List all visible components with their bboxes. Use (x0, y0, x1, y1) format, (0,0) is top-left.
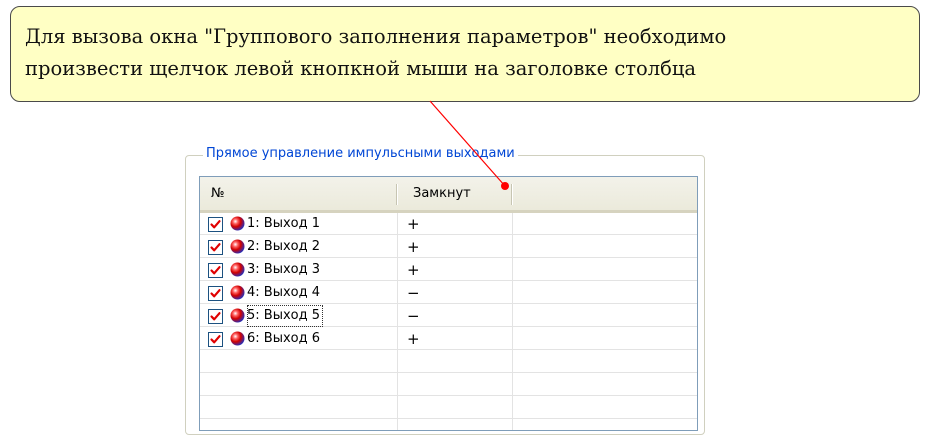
row-label: 4: Выход 4 (247, 285, 321, 300)
row-checkbox[interactable] (208, 217, 223, 232)
row-label: 6: Выход 6 (247, 331, 321, 346)
callout-text-line-1: Для вызова окна "Группового заполнения п… (25, 25, 727, 48)
status-ball-icon (230, 216, 245, 231)
row-label: 5: Выход 5 (247, 305, 324, 327)
empty-row (200, 397, 697, 419)
row-label: 2: Выход 2 (247, 239, 321, 254)
groupbox-title: Прямое управление импульсными выходами (203, 145, 518, 163)
status-ball-icon (230, 239, 245, 254)
column-header-closed[interactable]: Замкнут (397, 177, 513, 210)
row-checkbox[interactable] (208, 263, 223, 278)
row-closed-value[interactable]: + (407, 259, 420, 281)
row-checkbox[interactable] (208, 332, 223, 347)
row-closed-value[interactable]: − (407, 305, 420, 327)
callout-text-line-2: произвести щелчок левой кнопкной мыши на… (25, 57, 697, 80)
empty-row (200, 374, 697, 396)
table-row[interactable]: 4: Выход 4 − (200, 282, 697, 304)
instruction-callout: Для вызова окна "Группового заполнения п… (10, 6, 920, 102)
column-resize-handle[interactable] (511, 184, 513, 205)
table-row[interactable]: 6: Выход 6 + (200, 328, 697, 350)
outputs-grid[interactable]: № Замкнут 1: Выход 1 +2: Выход 2 +3: Выход… (199, 176, 698, 431)
row-checkbox[interactable] (208, 286, 223, 301)
table-row[interactable]: 2: Выход 2 + (200, 236, 697, 258)
empty-row (200, 351, 697, 373)
row-closed-value[interactable]: + (407, 236, 420, 258)
row-checkbox[interactable] (208, 240, 223, 255)
row-closed-value[interactable]: + (407, 213, 420, 235)
row-checkbox[interactable] (208, 309, 223, 324)
status-ball-icon (230, 308, 245, 323)
grid-header: № Замкнут (200, 177, 697, 213)
table-row[interactable]: 3: Выход 3 + (200, 259, 697, 281)
row-label: 3: Выход 3 (247, 262, 321, 277)
status-ball-icon (230, 262, 245, 277)
table-row[interactable]: 1: Выход 1 + (200, 213, 697, 235)
row-closed-value[interactable]: − (407, 282, 420, 304)
status-ball-icon (230, 285, 245, 300)
row-closed-value[interactable]: + (407, 328, 420, 350)
column-header-number[interactable]: № (200, 177, 397, 210)
row-label: 1: Выход 1 (247, 216, 321, 231)
table-row[interactable]: 5: Выход 5 − (200, 305, 697, 327)
status-ball-icon (230, 331, 245, 346)
